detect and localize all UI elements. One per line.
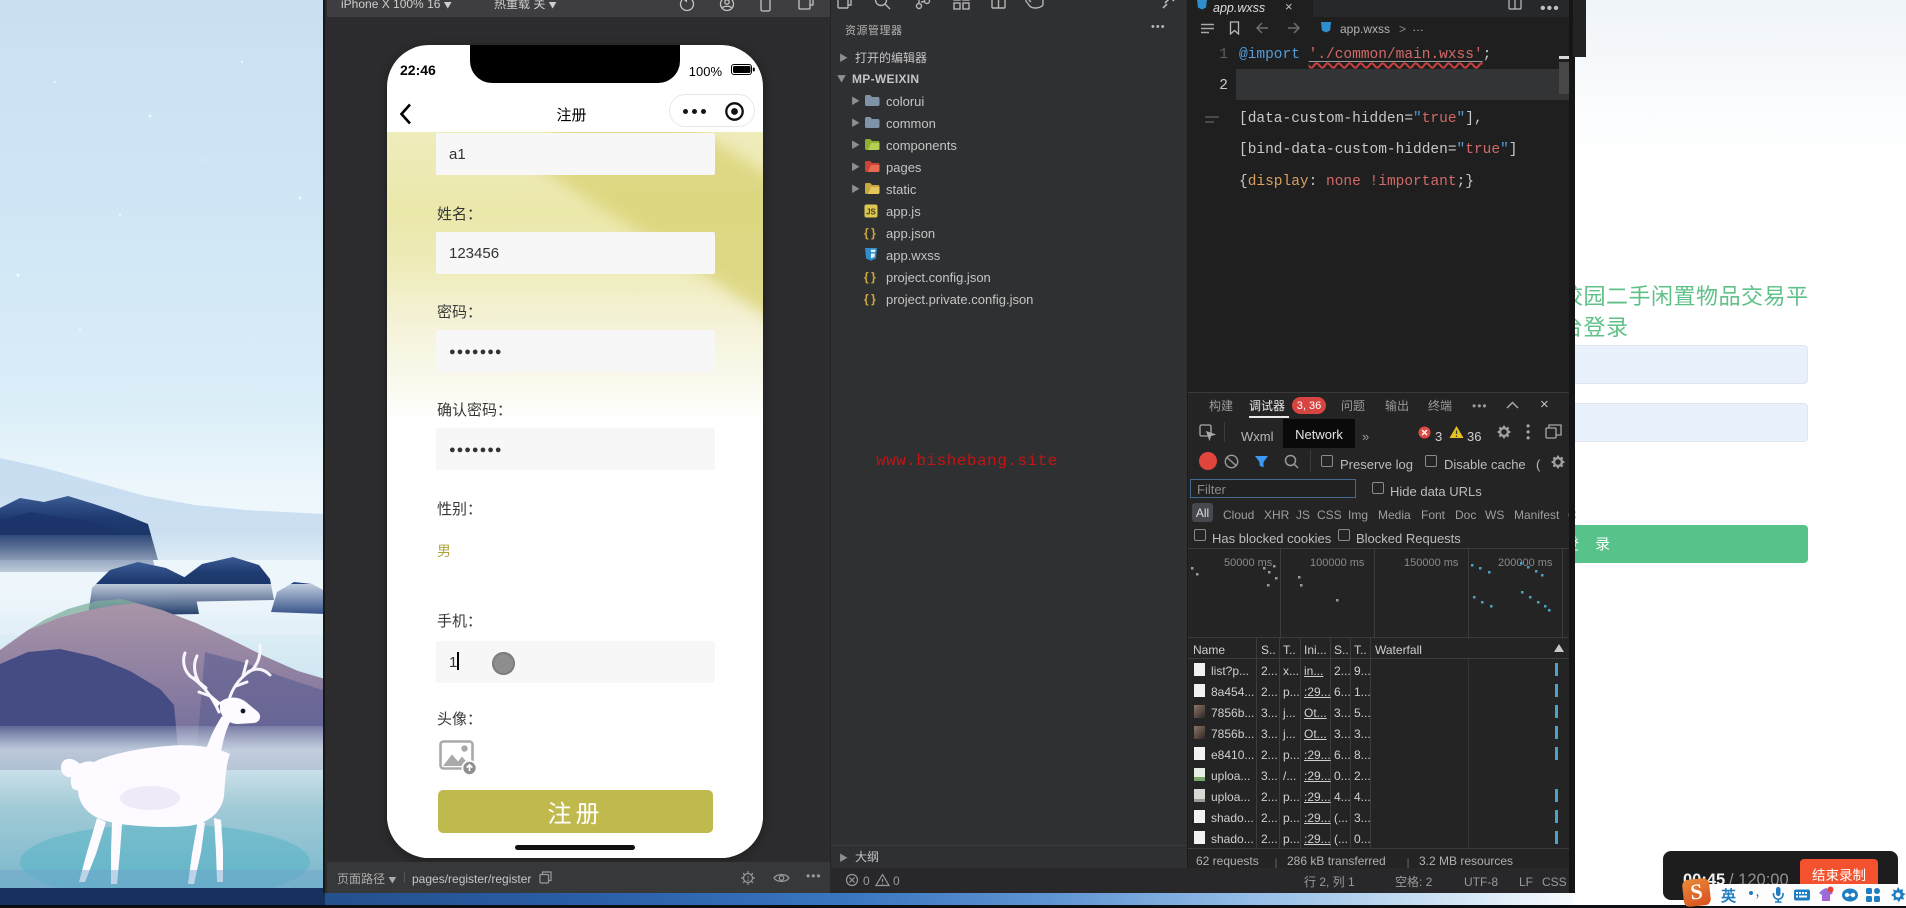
svg-text:JS: JS [866,208,876,217]
svg-text:1: 1 [746,874,750,883]
